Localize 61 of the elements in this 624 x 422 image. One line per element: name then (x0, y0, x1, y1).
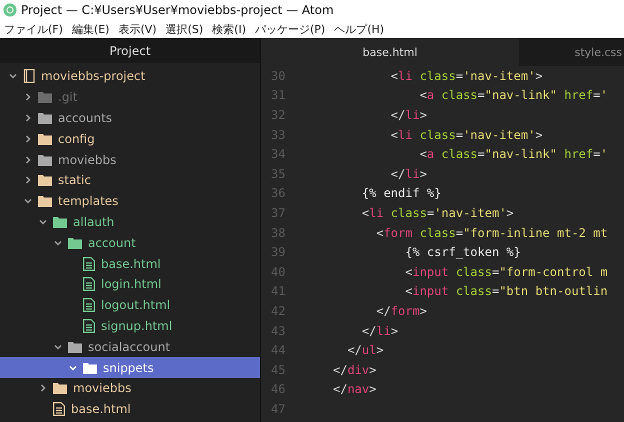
tree-item[interactable]: accounts (0, 108, 260, 128)
file-tab[interactable]: base.html (261, 38, 519, 66)
code-line: <form class="form-inline mt-2 mt (375, 226, 608, 240)
folder-icon (38, 132, 52, 145)
menu-item[interactable]: パッケージ(P) (254, 22, 326, 36)
book-icon (23, 69, 35, 84)
code-line: <a class="nav-link" href=' (418, 147, 608, 162)
code-line: </nav> (333, 382, 376, 396)
tree-item[interactable]: moviebbs-project (0, 66, 260, 87)
tree-item[interactable]: signup.html (0, 316, 260, 336)
tree-item[interactable]: moviebbs (0, 378, 260, 399)
tree-item[interactable]: base.html (0, 253, 260, 274)
tree-item[interactable]: config (0, 128, 260, 150)
menu-item[interactable]: ファイル(F) (4, 22, 63, 36)
folder-icon (38, 195, 52, 208)
panel-title: Project (0, 38, 260, 63)
tree-item[interactable]: socialaccount (0, 336, 260, 358)
code-line: {% endif %} (360, 186, 442, 200)
file-icon (83, 277, 95, 292)
tree-item[interactable]: snippets (0, 357, 260, 378)
window-title: Project — C:¥Users¥User¥moviebbs-project — Atom (21, 3, 334, 17)
file-icon (83, 298, 95, 312)
tree-item[interactable]: base.html (0, 398, 260, 420)
menu-item[interactable]: 検索(I) (212, 22, 246, 36)
folder-icon (68, 340, 82, 353)
tree-item[interactable]: account (0, 232, 260, 254)
code-line: </li> (390, 166, 427, 181)
file-icon (83, 256, 95, 271)
code-line: </li> (390, 108, 427, 122)
folder-icon (38, 154, 52, 166)
app-logo-icon (3, 3, 17, 17)
folder-icon (68, 236, 82, 249)
folder-icon (38, 91, 52, 104)
menu-item[interactable]: ヘルプ(H) (334, 22, 384, 36)
folder-icon (38, 112, 52, 124)
code-line: <input class="form-control m (404, 264, 608, 279)
menu-item[interactable]: 編集(E) (72, 22, 110, 36)
code-line: <li class='nav-item'> (360, 206, 514, 220)
folder-icon (38, 174, 52, 186)
folder-icon (53, 216, 67, 228)
tree-item[interactable]: templates (0, 190, 260, 212)
tree-item[interactable]: login.html (0, 274, 260, 295)
file-icon (53, 402, 65, 416)
code-line: <input class="btn btn-outlin (404, 284, 608, 298)
tree-item[interactable]: moviebbs (0, 149, 260, 170)
menu-item[interactable]: 選択(S) (166, 22, 204, 36)
code-line: </li> (360, 324, 398, 338)
tree-item[interactable]: logout.html (0, 294, 260, 316)
tree-item[interactable]: static (0, 170, 260, 191)
code-line: </ul> (346, 343, 384, 358)
code-line: </div> (333, 362, 376, 377)
file-icon (83, 318, 95, 333)
code-line: </form> (375, 304, 427, 318)
menu-item[interactable]: 表示(V) (118, 22, 157, 36)
code-line: {% csrf_token %} (404, 245, 521, 260)
folder-icon (53, 382, 67, 394)
code-line: <li class='nav-item'> (390, 128, 543, 142)
tree-item[interactable]: allauth (0, 212, 260, 232)
code-line: <li class='nav-item'> (390, 68, 543, 83)
folder-icon (83, 362, 97, 374)
code-line: <a class="nav-link" href=' (418, 88, 608, 102)
